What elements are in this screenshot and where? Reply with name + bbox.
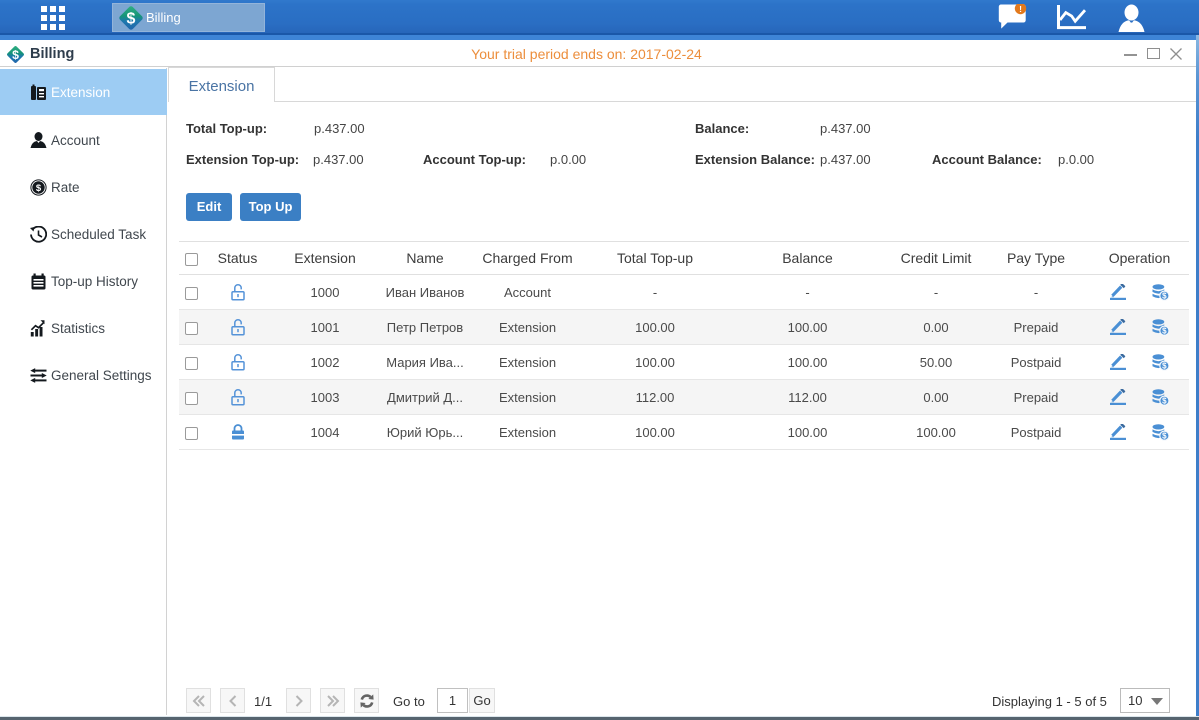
svg-text:!: ! [1019,4,1022,14]
svg-text:$: $ [1162,431,1167,440]
svg-text:$: $ [1162,291,1167,300]
svg-text:$: $ [127,10,136,27]
svg-text:$: $ [36,183,42,194]
svg-text:$: $ [1162,361,1167,370]
svg-text:$: $ [1162,326,1167,335]
svg-text:$: $ [1162,396,1167,405]
